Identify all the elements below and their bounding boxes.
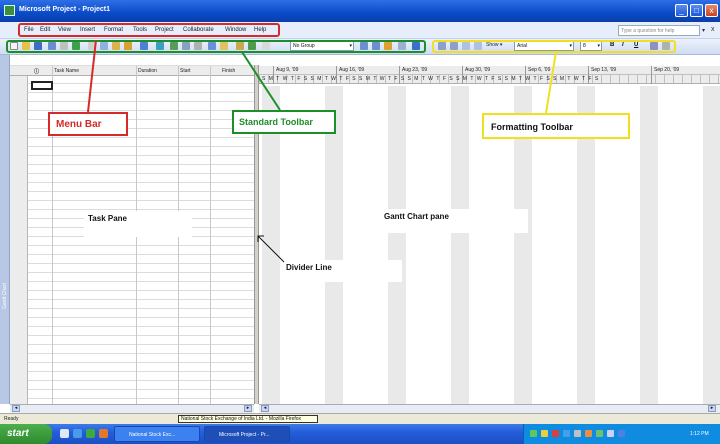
week-label: Aug 30, '09 (465, 67, 491, 73)
status-bar (0, 413, 720, 424)
scroll-left-icon[interactable]: ◂ (12, 405, 20, 412)
firefox-icon[interactable] (99, 429, 108, 438)
tray-icon[interactable] (585, 430, 592, 437)
maximize-button[interactable]: □ (690, 4, 703, 17)
scroll-right-icon[interactable]: ▸ (244, 405, 252, 412)
standard-toolbar-highlight (6, 40, 426, 53)
menu-bar-annotation: Menu Bar (48, 112, 128, 136)
tray-icon[interactable] (541, 430, 548, 437)
tray-icon[interactable] (530, 430, 537, 437)
internet-explorer-icon[interactable] (73, 429, 82, 438)
info-icon: ⓘ (34, 69, 40, 75)
start-button[interactable]: start (0, 424, 52, 444)
weekend-shade (451, 86, 469, 404)
week-label: Aug 9, '09 (276, 67, 299, 73)
show-desktop-icon[interactable] (60, 429, 69, 438)
column-finish[interactable]: Finish (222, 68, 235, 74)
week-separator (651, 66, 652, 84)
taskbar-project-button[interactable]: Microsoft Project - Pr... (204, 426, 290, 442)
window-title: Microsoft Project - Project1 (19, 6, 111, 13)
volume-icon[interactable] (607, 430, 614, 437)
week-label: Sep 6, '09 (528, 67, 551, 73)
tray-icon[interactable] (552, 430, 559, 437)
clock: 1:12 PM (690, 431, 709, 437)
scroll-right-icon[interactable]: ▸ (708, 405, 716, 412)
weekend-shade (388, 86, 406, 404)
day-labels: SMTWTFSSMTWTFSSMTWTFSSMTWTFSSMTWTFSSMTWT… (262, 76, 602, 82)
formatting-toolbar-annotation: Formatting Toolbar (482, 113, 630, 139)
view-bar-label: Gantt Chart (2, 283, 8, 309)
task-horizontal-scrollbar[interactable] (10, 404, 254, 413)
row-number-column (10, 76, 28, 404)
gantt-horizontal-scrollbar[interactable] (259, 404, 720, 413)
view-bar[interactable]: Gantt Chart (0, 55, 10, 404)
scroll-left-icon[interactable]: ◂ (261, 405, 269, 412)
ask-dropdown-icon[interactable]: ▾ (702, 27, 705, 34)
week-label: Aug 16, '09 (339, 67, 365, 73)
project-app-icon (4, 5, 15, 16)
active-cell[interactable] (31, 81, 53, 90)
ask-question-input[interactable]: Type a question for help (618, 25, 700, 36)
formatting-toolbar-highlight (432, 40, 676, 53)
task-table-header: ⓘ Task Name Duration Start Finish (10, 66, 254, 76)
column-start[interactable]: Start (180, 68, 191, 74)
status-text: Ready (4, 416, 19, 422)
weekend-shade (703, 86, 720, 404)
taskbar-tooltip: National Stock Exchange of India Ltd. - … (178, 415, 318, 423)
weekend-shade (640, 86, 658, 404)
column-task-name[interactable]: Task Name (54, 68, 79, 74)
minimize-button[interactable]: _ (675, 4, 688, 17)
column-divider (210, 66, 211, 404)
tray-icon[interactable] (574, 430, 581, 437)
network-icon[interactable] (618, 430, 625, 437)
menu-bar-highlight (18, 23, 280, 37)
week-label: Aug 23, '09 (402, 67, 428, 73)
column-duration[interactable]: Duration (138, 68, 157, 74)
document-close-button[interactable]: x (711, 26, 715, 33)
taskbar-firefox-button[interactable]: National Stock Exc... (114, 426, 200, 442)
tray-icon[interactable] (596, 430, 603, 437)
excel-icon[interactable] (86, 429, 95, 438)
task-pane-annotation: Task Pane (84, 211, 192, 237)
week-label: Sep 20, '09 (654, 67, 680, 73)
standard-toolbar-annotation: Standard Toolbar (232, 110, 336, 134)
gantt-pane-annotation: Gantt Chart pane (378, 209, 528, 233)
week-label: Sep 13, '09 (591, 67, 617, 73)
title-bar: Microsoft Project - Project1 (0, 0, 720, 22)
divider-line-annotation: Divider Line (280, 260, 402, 282)
close-button[interactable]: x (705, 4, 718, 17)
tray-icon[interactable] (563, 430, 570, 437)
